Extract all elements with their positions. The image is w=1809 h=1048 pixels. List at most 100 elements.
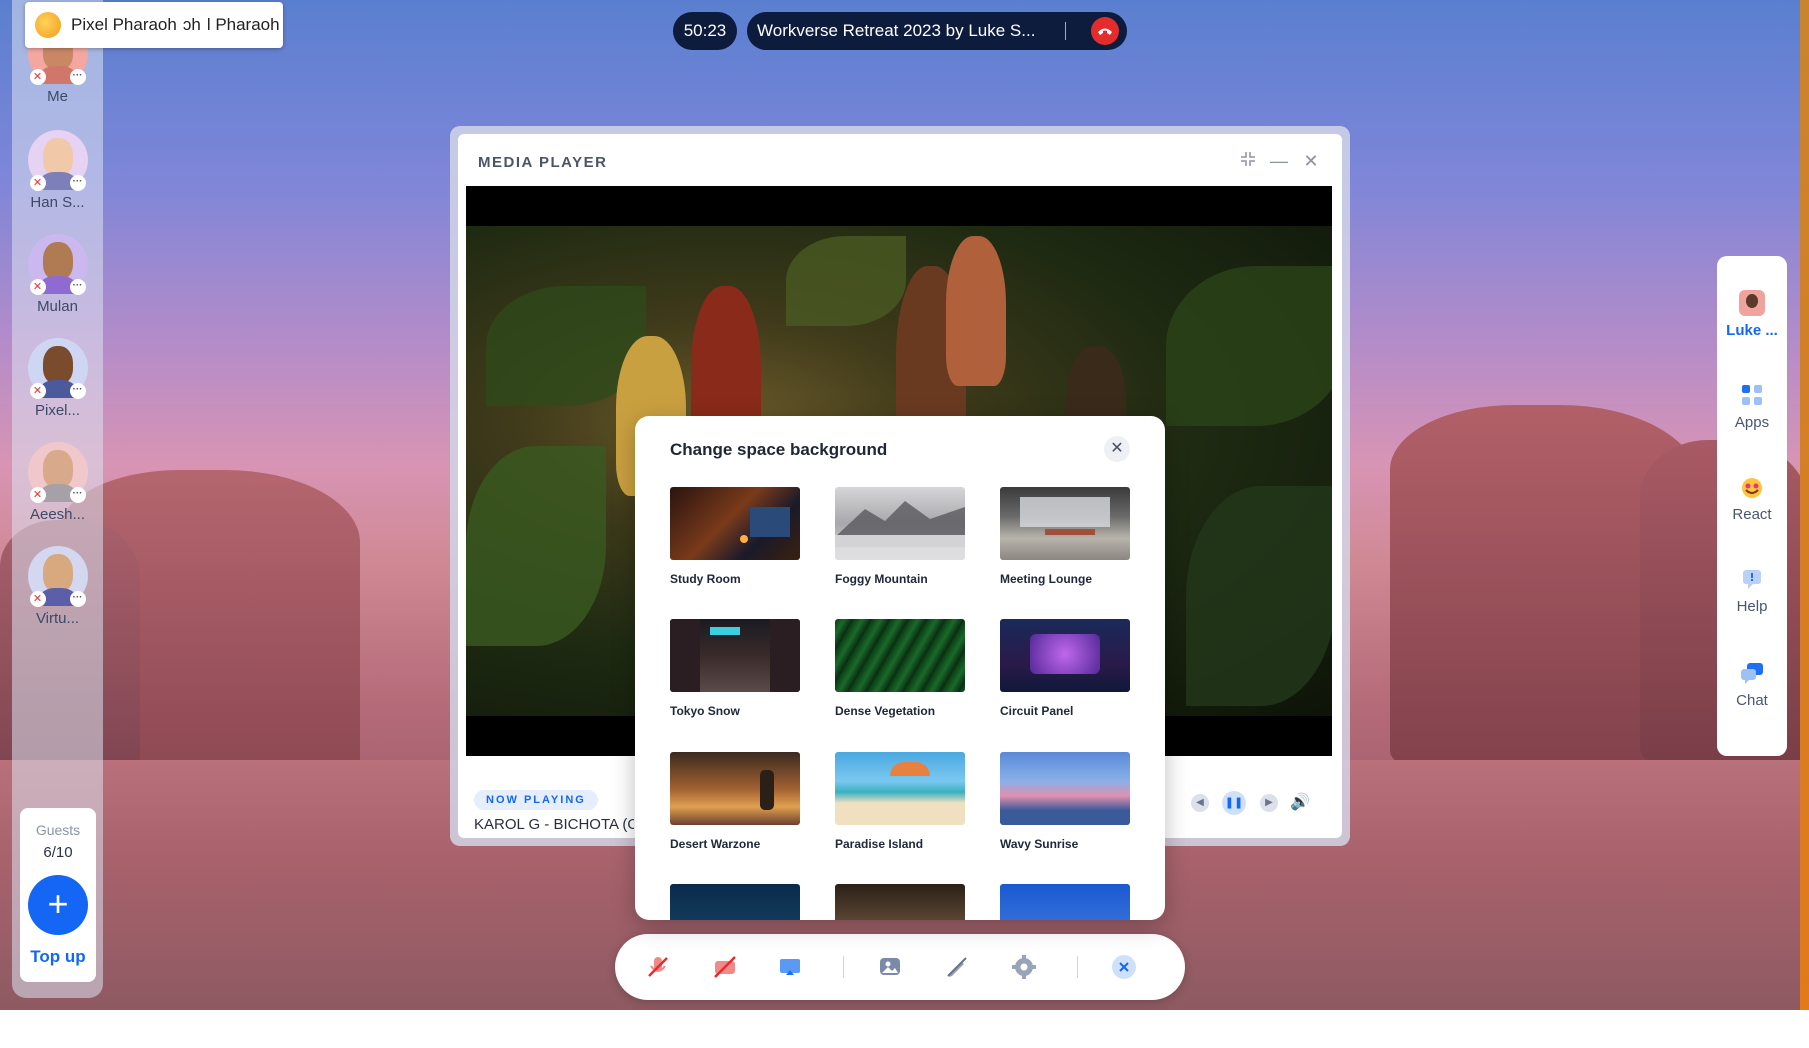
chat-bubble-icon (1739, 660, 1765, 686)
background-option-foggy-mountain[interactable]: Foggy Mountain (835, 487, 965, 586)
mic-muted-icon: ✕ (29, 69, 46, 85)
more-options-icon[interactable]: ··· (69, 487, 86, 503)
sidebar-item-luke[interactable]: Luke ... (1717, 290, 1787, 339)
close-icon[interactable]: ✕ (1104, 436, 1130, 462)
background-label: Desert Warzone (670, 837, 761, 851)
background-label: Circuit Panel (1000, 704, 1074, 718)
sidebar-item-apps[interactable]: Apps (1717, 382, 1787, 431)
pause-icon[interactable]: ❚❚ (1222, 791, 1246, 815)
sidebar-item-label: Chat (1736, 692, 1768, 709)
toolbar-separator (843, 956, 844, 978)
close-icon[interactable]: ✕ (1300, 150, 1322, 172)
more-options-icon[interactable]: ··· (69, 591, 86, 607)
topup-label[interactable]: Top up (20, 947, 96, 967)
background-label: Paradise Island (835, 837, 924, 851)
background-option-study-room[interactable]: Study Room (670, 487, 800, 586)
modal-title: Change space background (670, 440, 888, 459)
call-title: Workverse Retreat 2023 by Luke S... (757, 21, 1036, 40)
background-option-dense-vegetation[interactable]: Dense Vegetation (835, 619, 965, 718)
next-icon[interactable]: ▶ (1260, 794, 1278, 812)
background-option-tokyo-snow[interactable]: Tokyo Snow (670, 619, 800, 718)
background-thumbnail (1000, 884, 1130, 920)
apps-grid-icon (1739, 382, 1765, 408)
avatar: ✕ ··· (27, 442, 88, 503)
participant-tooltip: Pixel Pharaoh ɔh l Pharaoh (25, 2, 283, 48)
help-chat-icon (1739, 566, 1765, 592)
settings-gear-icon[interactable] (1011, 954, 1037, 980)
guests-card: Guests 6/10 + Top up (20, 808, 96, 982)
participant-name: Mulan (37, 298, 78, 315)
sidebar-item-label: Apps (1734, 414, 1770, 431)
background-option-paradise-island[interactable]: Paradise Island (835, 752, 965, 851)
mic-muted-icon: ✕ (29, 279, 46, 295)
more-options-icon[interactable]: ··· (69, 383, 86, 399)
background-thumbnail (670, 619, 800, 692)
previous-icon[interactable]: ◀ (1191, 794, 1209, 812)
avatar: ✕ ··· (27, 234, 88, 295)
sidebar-item-chat[interactable]: Chat (1717, 660, 1787, 709)
background-option-partial[interactable] (1000, 884, 1130, 920)
participant-name: Aeesh... (29, 506, 86, 523)
background-thumbnail (1000, 752, 1130, 825)
guests-label: Guests (35, 822, 81, 838)
sidebar-item-help[interactable]: Help (1717, 566, 1787, 615)
media-player-title: MEDIA PLAYER (478, 154, 608, 171)
background-label: Wavy Sunrise (1000, 837, 1079, 851)
close-icon[interactable] (1111, 954, 1137, 980)
background-label: Foggy Mountain (835, 572, 928, 586)
background-label: Meeting Lounge (1000, 572, 1092, 586)
background-thumbnail (670, 752, 800, 825)
background-option-partial[interactable] (670, 884, 800, 920)
background-label: Study Room (670, 572, 741, 586)
call-timer: 50:23 (673, 12, 737, 50)
call-title-pill[interactable]: Workverse Retreat 2023 by Luke S... (747, 12, 1127, 50)
window-edge-strip (1800, 0, 1809, 1010)
background-thumbnail (835, 619, 965, 692)
background-label: Tokyo Snow (670, 704, 740, 718)
mic-off-icon[interactable] (645, 954, 671, 980)
phone-hangup-icon[interactable] (1091, 17, 1119, 45)
participant-mulan[interactable]: ✕ ··· Mulan (12, 234, 103, 315)
participant-name: Han S... (30, 194, 85, 211)
background-thumbnail (835, 752, 965, 825)
sidebar-item-react[interactable]: React (1717, 474, 1787, 523)
react-emoji-icon (1739, 474, 1765, 500)
avatar: ✕ ··· (27, 546, 88, 607)
background-option-desert-warzone[interactable]: Desert Warzone (670, 752, 800, 851)
background-option-wavy-sunrise[interactable]: Wavy Sunrise (1000, 752, 1130, 851)
background-thumbnail (1000, 619, 1130, 692)
background-thumbnail (835, 487, 965, 560)
participant-pixel[interactable]: ✕ ··· Pixel... (12, 338, 103, 419)
tooltip-overflow-text: ɔh (182, 15, 201, 34)
sidebar-item-label: Luke ... (1726, 322, 1778, 339)
mic-muted-icon: ✕ (29, 175, 46, 191)
more-options-icon[interactable]: ··· (69, 175, 86, 191)
more-options-icon[interactable]: ··· (69, 279, 86, 295)
background-option-partial[interactable] (835, 884, 965, 920)
participant-aeesh[interactable]: ✕ ··· Aeesh... (12, 442, 103, 523)
mic-muted-icon: ✕ (29, 487, 46, 503)
camera-off-icon[interactable] (712, 954, 738, 980)
participant-han[interactable]: ✕ ··· Han S... (12, 130, 103, 211)
pen-off-icon[interactable] (944, 954, 970, 980)
minimize-to-corner-icon[interactable] (1237, 150, 1259, 172)
mic-muted-icon: ✕ (29, 591, 46, 607)
change-background-modal: Change space background ✕ Study Room Fog… (635, 416, 1165, 920)
background-thumbnail (835, 884, 965, 920)
more-options-icon[interactable]: ··· (69, 69, 86, 85)
mic-muted-icon: ✕ (29, 383, 46, 399)
volume-icon[interactable]: 🔊 (1290, 794, 1310, 812)
participant-virtu[interactable]: ✕ ··· Virtu... (12, 546, 103, 627)
luke-avatar-icon (1739, 290, 1765, 316)
bottom-toolbar (615, 934, 1185, 1000)
background-option-circuit-panel[interactable]: Circuit Panel (1000, 619, 1130, 718)
participant-name: Pixel... (34, 402, 80, 419)
background-thumbnail (670, 884, 800, 920)
tooltip-name: Pixel Pharaoh (71, 15, 177, 34)
screen-share-icon[interactable] (777, 954, 803, 980)
background-image-icon[interactable] (877, 954, 903, 980)
right-sidebar: Luke ... Apps React Help Chat (1717, 256, 1787, 756)
background-option-meeting-lounge[interactable]: Meeting Lounge (1000, 487, 1130, 586)
topup-button[interactable]: + (28, 875, 88, 935)
minimize-icon[interactable]: — (1268, 150, 1290, 172)
